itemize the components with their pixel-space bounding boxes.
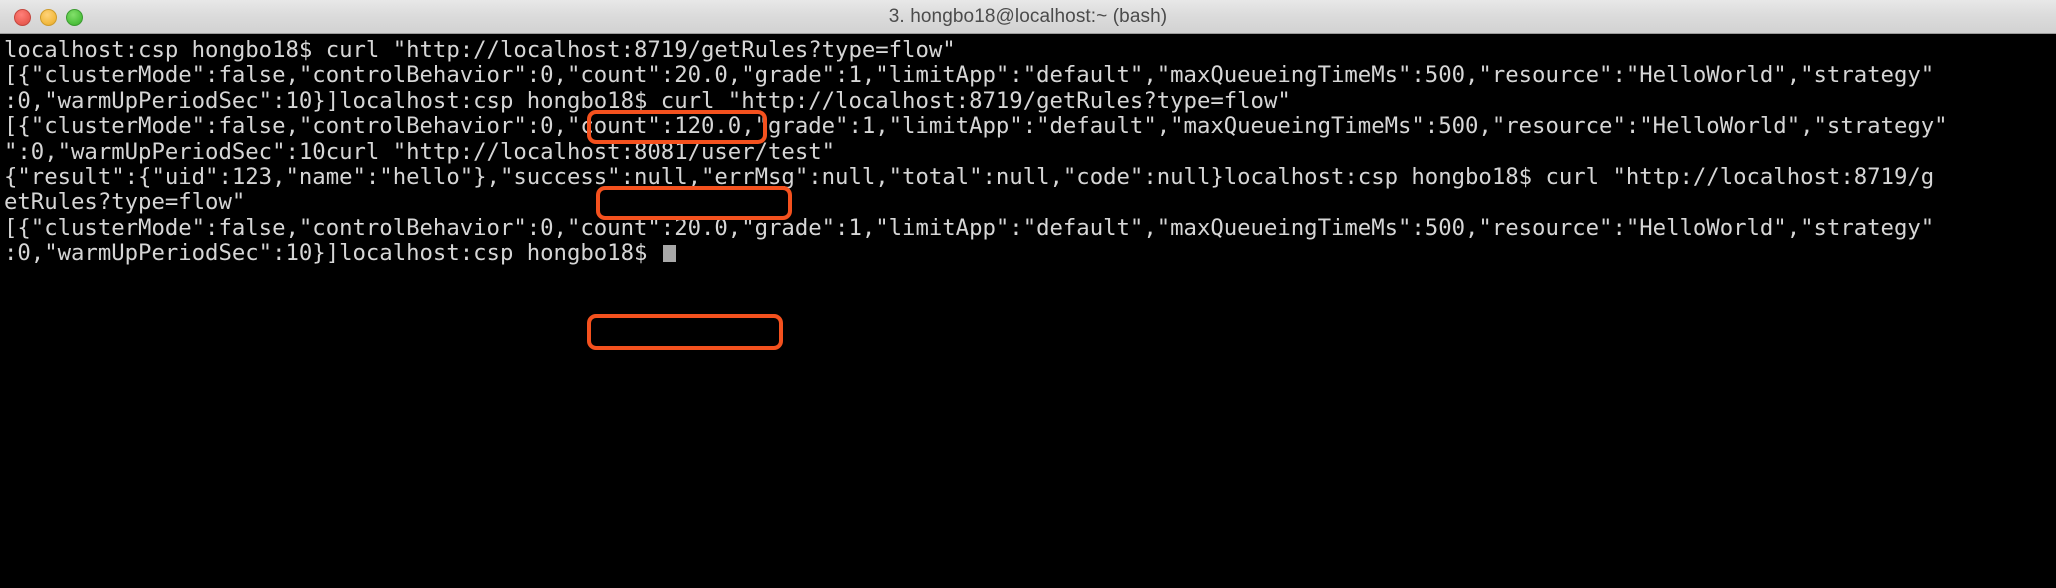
terminal-output: localhost:csp hongbo18$ curl "http://loc…	[0, 37, 2056, 267]
window-titlebar[interactable]: 3. hongbo18@localhost:~ (bash)	[0, 0, 2056, 34]
terminal-line: etRules?type=flow"	[4, 189, 246, 216]
terminal-cursor	[662, 245, 676, 263]
maximize-button[interactable]	[66, 8, 83, 26]
terminal-window: 3. hongbo18@localhost:~ (bash) localhost…	[0, 0, 2056, 588]
terminal-line: [{"clusterMode":false,"controlBehavior":…	[4, 214, 1935, 241]
terminal-line: ":0,"warmUpPeriodSec":10curl "http://loc…	[4, 138, 836, 165]
terminal-line: localhost:csp hongbo18$ curl "http://loc…	[4, 37, 956, 63]
minimize-button[interactable]	[40, 8, 57, 26]
terminal-line: [{"clusterMode":false,"controlBehavior":…	[4, 113, 1948, 140]
window-title: 3. hongbo18@localhost:~ (bash)	[888, 5, 1168, 27]
terminal-line: {"result":{"uid":123,"name":"hello"},"su…	[4, 163, 1935, 190]
window-controls	[14, 0, 83, 34]
highlight-box	[587, 314, 783, 350]
close-button[interactable]	[14, 8, 31, 26]
terminal-line: :0,"warmUpPeriodSec":10}]localhost:csp h…	[4, 87, 1291, 114]
terminal-body[interactable]: localhost:csp hongbo18$ curl "http://loc…	[0, 34, 2056, 588]
terminal-line: :0,"warmUpPeriodSec":10}]localhost:csp h…	[4, 240, 2056, 266]
terminal-line: [{"clusterMode":false,"controlBehavior":…	[4, 62, 1935, 89]
